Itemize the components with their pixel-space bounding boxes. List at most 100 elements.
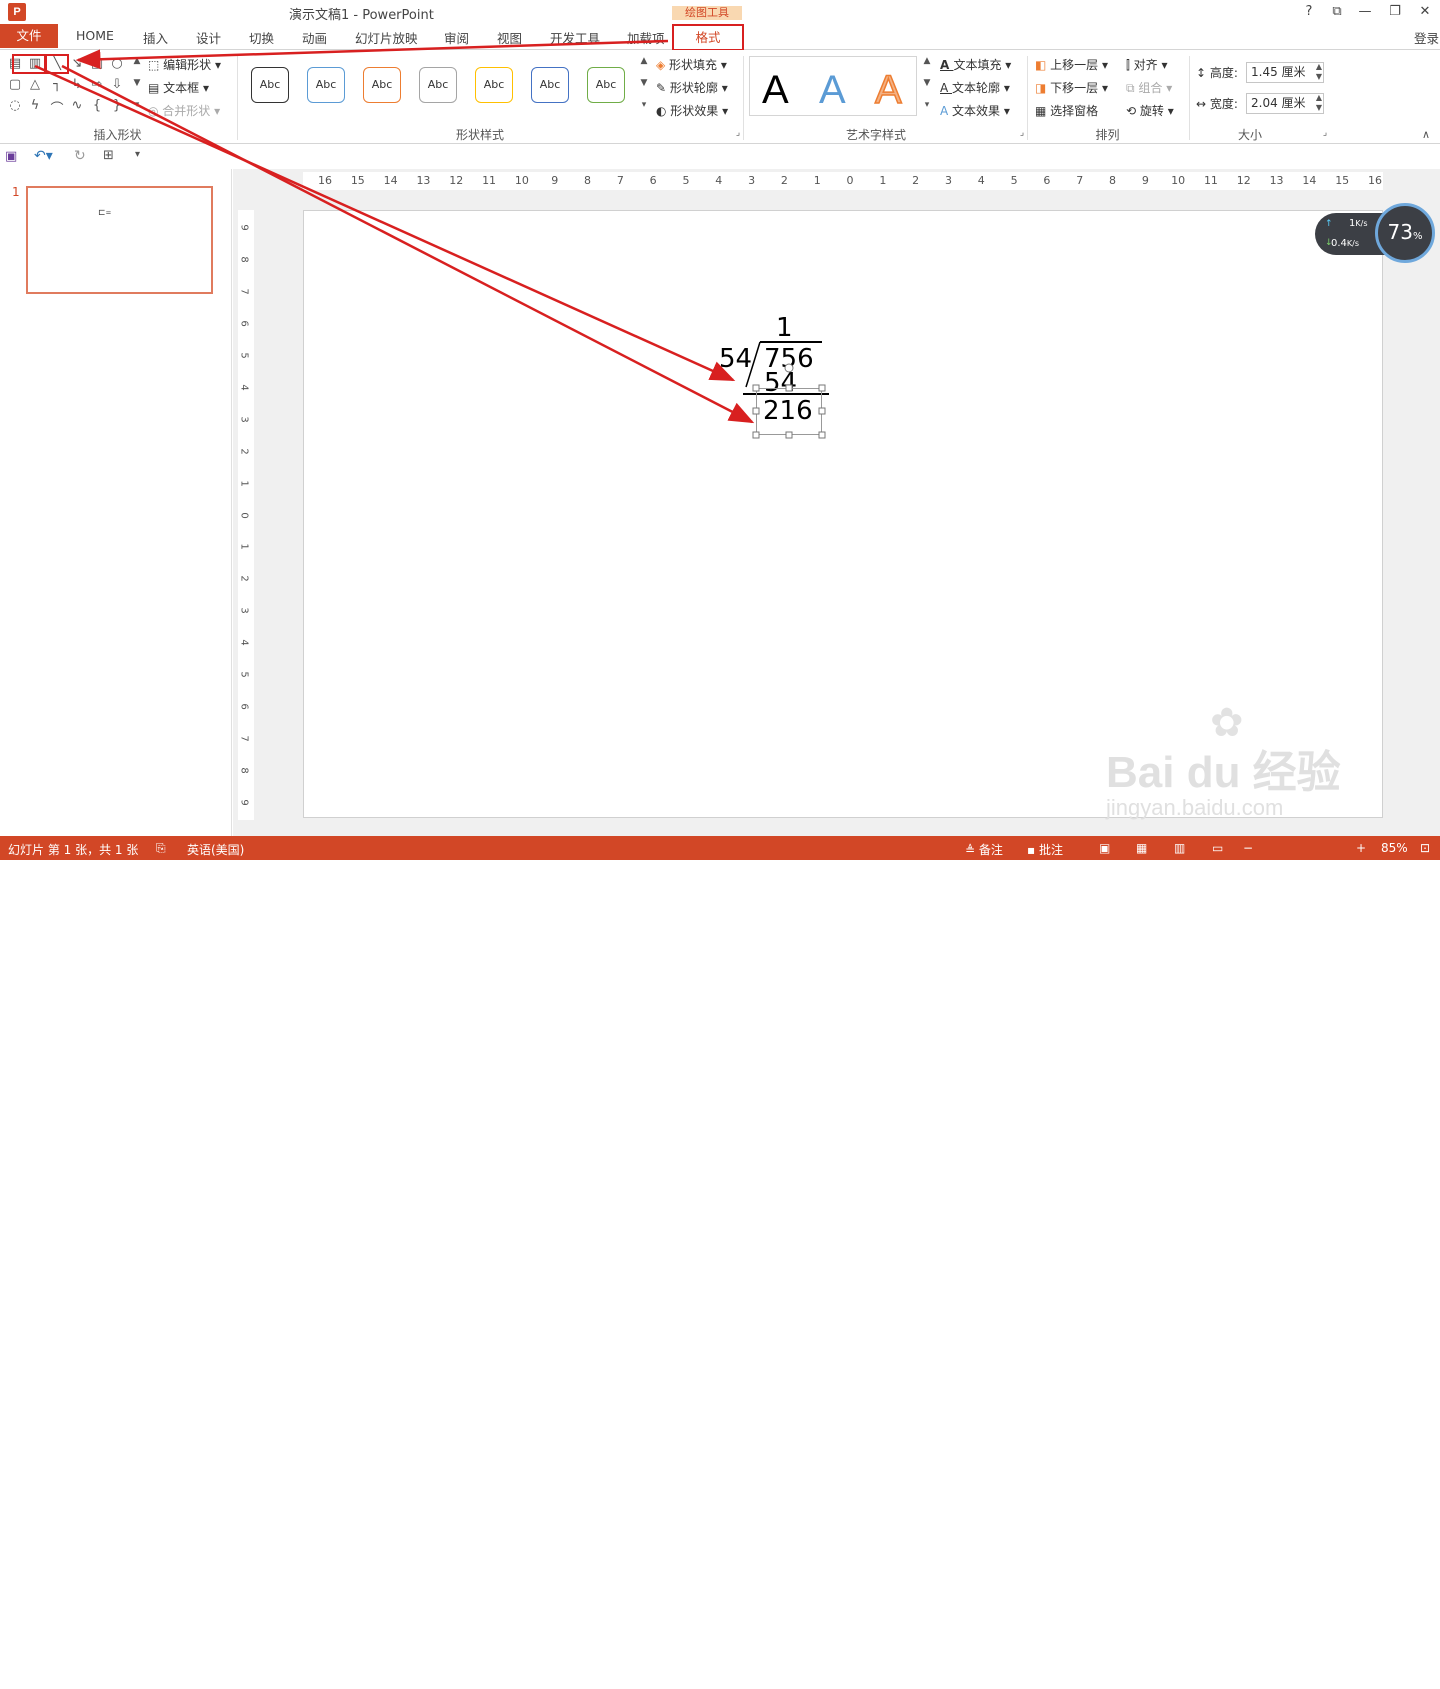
zoom-in-icon[interactable]: + [1356, 841, 1366, 855]
save-icon[interactable]: ▣ [5, 149, 17, 164]
shape-style-preset[interactable]: Abc [531, 67, 569, 103]
rectangle-shape-icon[interactable]: □ [88, 56, 106, 71]
styles-scroll-up-icon[interactable]: ▲ [635, 56, 653, 66]
tab-review[interactable]: 审阅 [444, 28, 469, 47]
fit-to-window-icon[interactable]: ⊡ [1420, 841, 1430, 855]
selection-pane-button[interactable]: ▦ 选择窗格 [1035, 102, 1098, 119]
restore-icon[interactable]: ❐ [1384, 2, 1406, 22]
tab-home[interactable]: HOME [76, 28, 114, 43]
tab-slideshow[interactable]: 幻灯片放映 [355, 28, 418, 47]
triangle-shape-icon[interactable]: △ [26, 77, 44, 92]
normal-view-icon[interactable]: ▣ [1099, 841, 1110, 855]
width-spinner-icon[interactable]: ▲ ▼ [1310, 93, 1328, 113]
wordart-style-blue[interactable]: A [819, 68, 846, 113]
tab-file[interactable]: 文件 [0, 24, 58, 48]
reading-view-icon[interactable]: ▥ [1174, 841, 1185, 855]
bent-arrow-shape-icon[interactable]: ↳ [68, 77, 86, 92]
merge-shapes-icon: ◎ [148, 104, 163, 118]
arc-shape-icon[interactable]: ⌒ [48, 98, 66, 117]
tab-animations[interactable]: 动画 [302, 28, 327, 47]
remainder-text[interactable]: 216 [763, 396, 813, 426]
help-icon[interactable]: ? [1298, 2, 1320, 22]
wordart-more-icon[interactable]: ▾ [918, 100, 936, 110]
quotient-text[interactable]: 1 [776, 313, 793, 343]
close-icon[interactable]: ✕ [1414, 2, 1436, 22]
text-outline-button[interactable]: A 文本轮廓 ▾ [940, 79, 1010, 96]
zoom-slider-thumb[interactable] [1296, 1678, 1300, 1689]
tab-developer[interactable]: 开发工具 [550, 28, 600, 47]
slide-thumbnail[interactable]: ⊏= [26, 186, 213, 294]
styles-scroll-down-icon[interactable]: ▼ [635, 78, 653, 88]
text-box-button[interactable]: ▤ 文本框 ▾ [148, 79, 209, 96]
undo-icon[interactable]: ↶▾ [34, 148, 53, 164]
right-brace-shape-icon[interactable]: } [108, 98, 126, 113]
arrow-line-shape-icon[interactable]: ↘ [68, 56, 86, 71]
minimize-icon[interactable]: — [1354, 2, 1376, 22]
rotate-button[interactable]: ⟲ 旋转 ▾ [1126, 102, 1174, 119]
rounded-rectangle-shape-icon[interactable]: ▢ [6, 77, 24, 92]
shapes-scroll-down-icon[interactable]: ▼ [128, 78, 146, 88]
shape-style-preset[interactable]: Abc [587, 67, 625, 103]
language-status[interactable]: 英语(美国) [187, 841, 244, 858]
tab-view[interactable]: 视图 [497, 28, 522, 47]
shape-style-preset[interactable]: Abc [419, 67, 457, 103]
right-arrow-shape-icon[interactable]: ⇨ [88, 77, 106, 92]
zoom-level[interactable]: 85% [1381, 841, 1408, 855]
lightning-shape-icon[interactable]: ϟ [26, 98, 44, 113]
shape-style-preset[interactable]: Abc [251, 67, 289, 103]
tab-design[interactable]: 设计 [196, 28, 221, 47]
tab-addins[interactable]: 加载项 [627, 28, 665, 47]
bring-forward-button[interactable]: ◧ 上移一层 ▾ [1035, 56, 1108, 73]
zoom-out-icon[interactable]: − [1243, 841, 1253, 855]
present-icon[interactable]: ⊞ [103, 148, 114, 163]
customize-qat-icon[interactable]: ▾ [135, 149, 140, 160]
wordart-scroll-up-icon[interactable]: ▲ [918, 56, 936, 66]
signin-link[interactable]: 登录 [1414, 28, 1439, 47]
cpu-usage-ring[interactable]: 73% [1375, 203, 1435, 263]
zoom-slider-track[interactable] [1256, 1683, 1352, 1684]
text-fill-button[interactable]: A 文本填充 ▾ [940, 56, 1011, 73]
tab-insert[interactable]: 插入 [143, 28, 168, 47]
wordart-style-black[interactable]: A [762, 68, 789, 113]
group-button[interactable]: ⧉ 组合 ▾ [1126, 79, 1172, 96]
ribbon-display-options-icon[interactable]: ⧉ [1326, 2, 1348, 22]
shape-style-preset[interactable]: Abc [475, 67, 513, 103]
oval-shape-icon[interactable]: ○ [108, 56, 126, 71]
shapes-more-icon[interactable]: ▾ [128, 100, 146, 110]
shape-style-preset[interactable]: Abc [307, 67, 345, 103]
wordart-scroll-down-icon[interactable]: ▼ [918, 78, 936, 88]
dialog-launcher-icon[interactable]: ⌟ [729, 128, 747, 138]
rotate-icon: ⟲ [1126, 104, 1140, 118]
powerpoint-app-icon[interactable]: P [8, 3, 26, 21]
shape-fill-button[interactable]: ◈ 形状填充 ▾ [656, 56, 727, 73]
slide-sorter-icon[interactable]: ▦ [1136, 841, 1147, 855]
divisor-text[interactable]: 54 [719, 344, 752, 374]
redo-icon[interactable]: ↻ [74, 148, 86, 164]
tab-transitions[interactable]: 切换 [249, 28, 274, 47]
text-effects-button[interactable]: A 文本效果 ▾ [940, 102, 1010, 119]
elbow-connector-shape-icon[interactable]: ┐ [48, 77, 66, 92]
collapse-ribbon-icon[interactable]: ∧ [1417, 128, 1435, 141]
edit-shape-button[interactable]: ⬚ 编辑形状 ▾ [148, 56, 221, 73]
dialog-launcher-icon[interactable]: ⌟ [1316, 128, 1334, 138]
spelling-check-icon[interactable]: ⎘ [156, 841, 166, 856]
freeform-shape-icon[interactable]: ◌ [6, 98, 24, 113]
notes-button[interactable]: ≜ 备注 [965, 841, 1003, 858]
height-spinner-icon[interactable]: ▲ ▼ [1310, 62, 1328, 82]
dialog-launcher-icon[interactable]: ⌟ [1013, 128, 1031, 138]
shape-outline-button[interactable]: ✎ 形状轮廓 ▾ [656, 79, 728, 96]
merge-shapes-button[interactable]: ◎ 合并形状 ▾ [148, 102, 220, 119]
comments-button[interactable]: ▪ 批注 [1027, 841, 1063, 858]
styles-more-icon[interactable]: ▾ [635, 100, 653, 110]
down-arrow-shape-icon[interactable]: ⇩ [108, 77, 126, 92]
align-button[interactable]: ⫿ 对齐 ▾ [1126, 56, 1168, 73]
slideshow-view-icon[interactable]: ▭ [1212, 841, 1223, 855]
shapes-scroll-up-icon[interactable]: ▲ [128, 56, 146, 66]
send-backward-button[interactable]: ◨ 下移一层 ▾ [1035, 79, 1108, 96]
tab-format[interactable]: 格式 [672, 24, 744, 51]
left-brace-shape-icon[interactable]: { [88, 98, 106, 113]
shape-style-preset[interactable]: Abc [363, 67, 401, 103]
wordart-style-orange[interactable]: A [874, 67, 902, 113]
curve-shape-icon[interactable]: ∿ [68, 98, 86, 113]
shape-effects-button[interactable]: ◐ 形状效果 ▾ [656, 102, 728, 119]
